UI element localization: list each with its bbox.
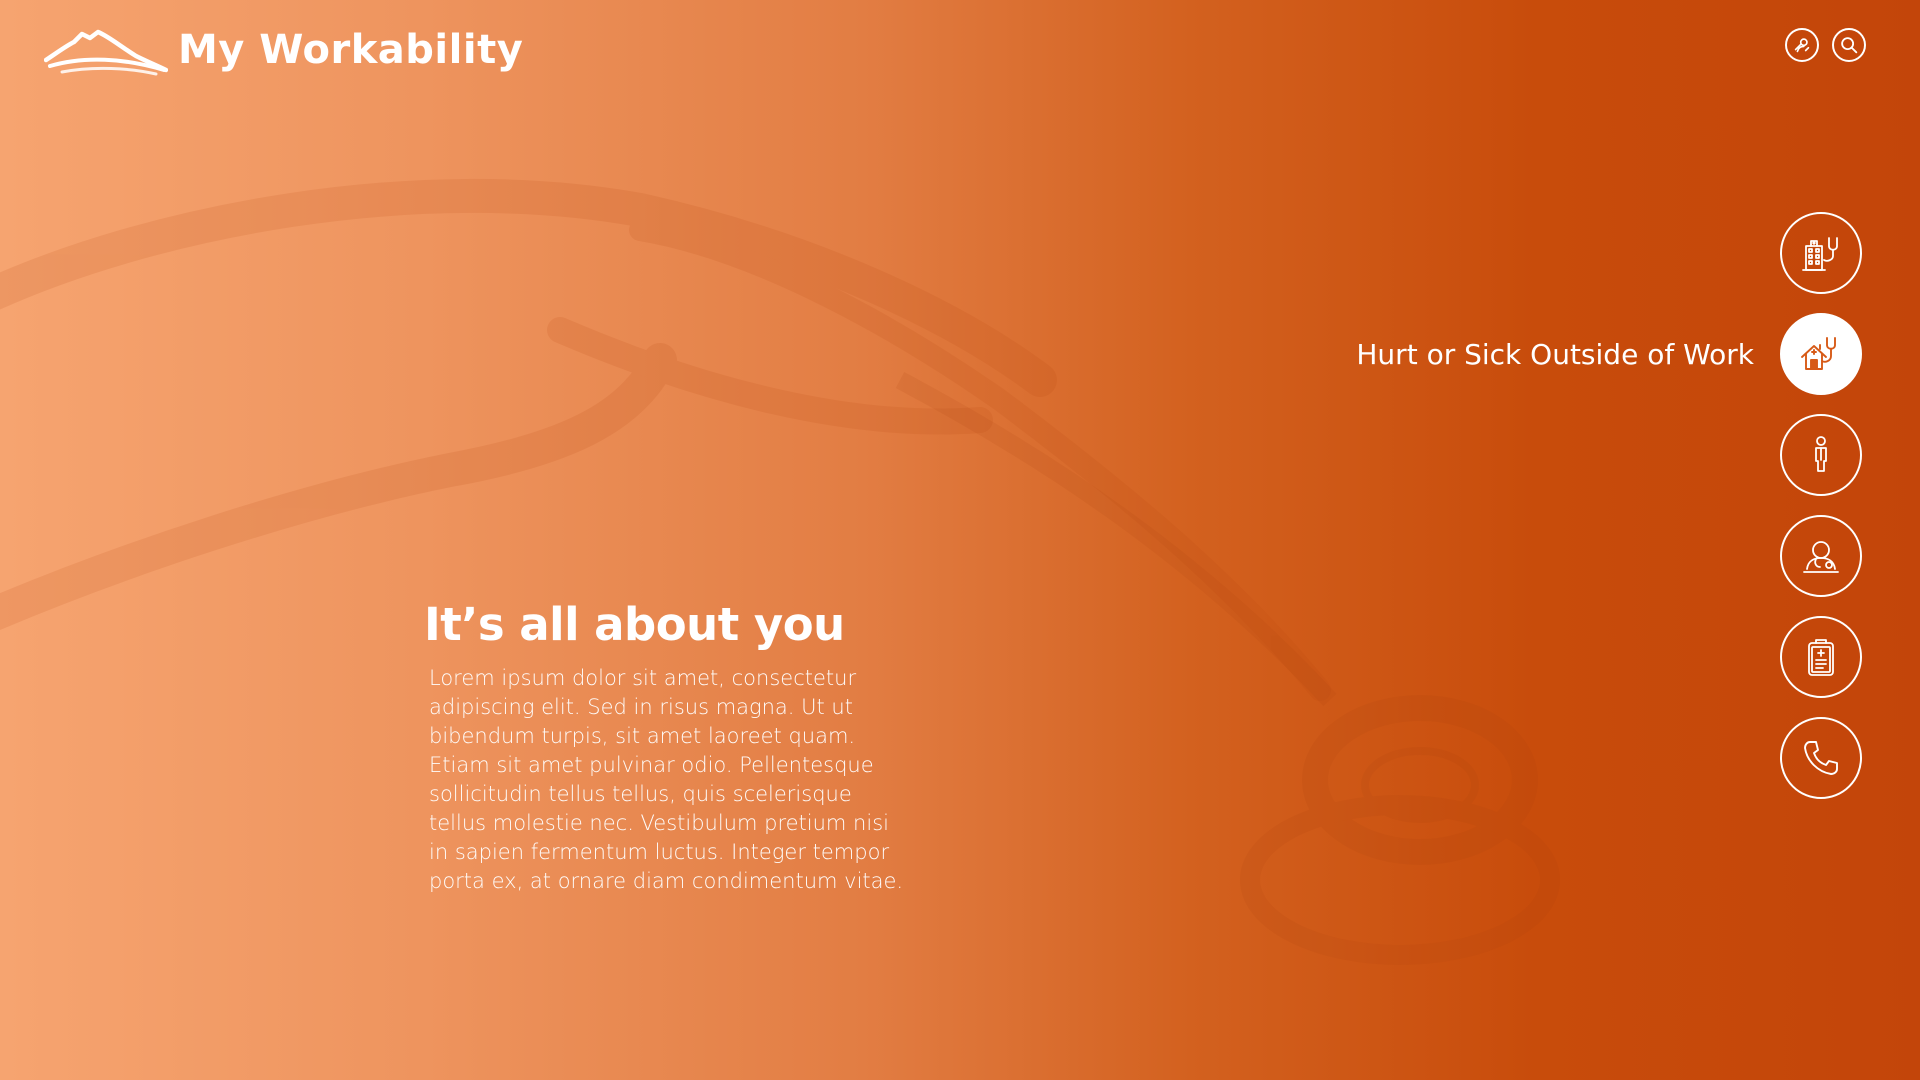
hospital-stethoscope-icon	[1802, 237, 1838, 271]
mountain-logo-icon	[44, 29, 168, 76]
nav-circle[interactable]	[1780, 414, 1862, 496]
side-nav: Hurt or Sick Outside of Work	[1356, 212, 1862, 799]
nav-item-doctor[interactable]	[1780, 515, 1862, 597]
person-icon	[1815, 436, 1827, 472]
nav-item-phone[interactable]	[1780, 717, 1862, 799]
nav-item-person[interactable]	[1780, 414, 1862, 496]
nav-circle[interactable]	[1780, 515, 1862, 597]
nav-item-hospital[interactable]	[1780, 212, 1862, 294]
phone-icon	[1804, 741, 1838, 775]
doctor-consult-icon	[1803, 541, 1839, 573]
nav-circle[interactable]	[1780, 313, 1862, 395]
nav-circle[interactable]	[1780, 212, 1862, 294]
app-title: My Workability	[178, 27, 524, 73]
nav-item-hurt-outside-work[interactable]: Hurt or Sick Outside of Work	[1356, 313, 1862, 395]
hero-body: Lorem ipsum dolor sit amet, consectetur …	[429, 665, 904, 893]
nav-circle[interactable]	[1780, 717, 1862, 799]
nav-circle[interactable]	[1780, 616, 1862, 698]
hero-title: It’s all about you	[424, 598, 845, 651]
clipboard-medical-icon	[1808, 639, 1834, 676]
house-stethoscope-icon	[1801, 337, 1836, 370]
nav-item-label: Hurt or Sick Outside of Work	[1356, 337, 1754, 371]
search-icon	[1841, 37, 1858, 54]
app-screen: My Workability It’s all about you Lorem …	[0, 0, 1920, 1080]
profile-link-button[interactable]	[1785, 28, 1819, 62]
search-button[interactable]	[1832, 28, 1866, 62]
profile-link-icon	[1794, 38, 1810, 53]
header-actions	[1785, 28, 1866, 62]
hero-section: It’s all about you Lorem ipsum dolor sit…	[424, 600, 924, 896]
brand-header[interactable]: My Workability	[44, 22, 523, 78]
nav-item-clipboard[interactable]	[1780, 616, 1862, 698]
